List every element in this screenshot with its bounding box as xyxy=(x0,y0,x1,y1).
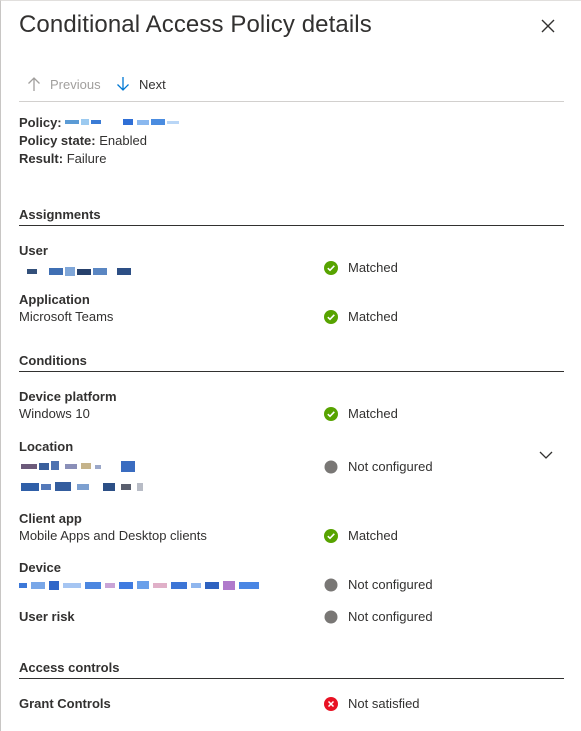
location-label: Location xyxy=(19,439,74,454)
user-risk-status: Not configured xyxy=(324,609,433,624)
next-label: Next xyxy=(139,76,166,92)
client-app-label: Client app xyxy=(19,511,82,526)
check-circle-icon xyxy=(324,260,338,275)
circle-grey-icon xyxy=(324,610,338,623)
device-value-redacted xyxy=(19,581,259,590)
device-platform-value: Windows 10 xyxy=(19,406,90,421)
device-label: Device xyxy=(19,560,61,575)
policy-label: Policy: xyxy=(19,115,62,130)
device-platform-status-text: Matched xyxy=(348,406,398,421)
user-label: User xyxy=(19,243,48,258)
circle-grey-icon xyxy=(324,578,338,591)
previous-button[interactable]: Previous xyxy=(27,76,101,92)
section-divider xyxy=(19,678,564,679)
user-status-text: Matched xyxy=(348,260,398,275)
section-divider xyxy=(19,371,564,372)
device-status-text: Not configured xyxy=(348,577,433,592)
user-status: Matched xyxy=(324,260,398,275)
next-button[interactable]: Next xyxy=(116,76,166,92)
previous-label: Previous xyxy=(50,76,101,92)
section-conditions: Conditions xyxy=(19,353,87,368)
user-risk-label: User risk xyxy=(19,609,75,624)
user-risk-status-text: Not configured xyxy=(348,609,433,624)
check-circle-icon xyxy=(324,309,338,324)
location-value-redacted-2 xyxy=(21,482,143,491)
section-assignments: Assignments xyxy=(19,207,101,222)
check-circle-icon xyxy=(324,528,338,543)
user-value-redacted xyxy=(27,267,131,276)
client-app-value: Mobile Apps and Desktop clients xyxy=(19,528,207,543)
location-status: Not configured xyxy=(324,459,433,474)
page-title: Conditional Access Policy details xyxy=(19,11,372,38)
arrow-up-icon xyxy=(28,77,40,91)
application-status: Matched xyxy=(324,309,398,324)
section-access-controls: Access controls xyxy=(19,660,120,675)
application-status-text: Matched xyxy=(348,309,398,324)
policy-name-redacted xyxy=(65,119,179,125)
circle-grey-icon xyxy=(324,460,338,473)
chevron-down-icon[interactable] xyxy=(539,450,553,460)
policy-state-row: Policy state: Enabled xyxy=(19,133,147,148)
arrow-down-icon xyxy=(117,77,129,91)
policy-name-row: Policy: xyxy=(19,115,62,130)
device-status: Not configured xyxy=(324,577,433,592)
close-icon[interactable] xyxy=(537,15,559,37)
grant-controls-status: Not satisfied xyxy=(324,696,420,711)
result-label: Result: xyxy=(19,151,64,166)
policy-details-panel: Conditional Access Policy details Previo… xyxy=(0,0,581,731)
section-divider xyxy=(19,225,564,226)
location-status-text: Not configured xyxy=(348,459,433,474)
result-row: Result: Failure xyxy=(19,151,106,166)
navigation-toolbar: Previous Next xyxy=(19,71,564,102)
client-app-status-text: Matched xyxy=(348,528,398,543)
application-label: Application xyxy=(19,292,90,307)
policy-state-label: Policy state: xyxy=(19,133,96,148)
location-value-redacted xyxy=(21,461,135,472)
check-circle-icon xyxy=(324,406,338,421)
grant-controls-label: Grant Controls xyxy=(19,696,111,711)
device-platform-label: Device platform xyxy=(19,389,117,404)
device-platform-status: Matched xyxy=(324,406,398,421)
client-app-status: Matched xyxy=(324,528,398,543)
application-value: Microsoft Teams xyxy=(19,309,114,324)
error-circle-icon xyxy=(324,696,338,711)
policy-state-value: Enabled xyxy=(99,133,147,148)
grant-controls-status-text: Not satisfied xyxy=(348,696,420,711)
result-value: Failure xyxy=(66,151,107,166)
